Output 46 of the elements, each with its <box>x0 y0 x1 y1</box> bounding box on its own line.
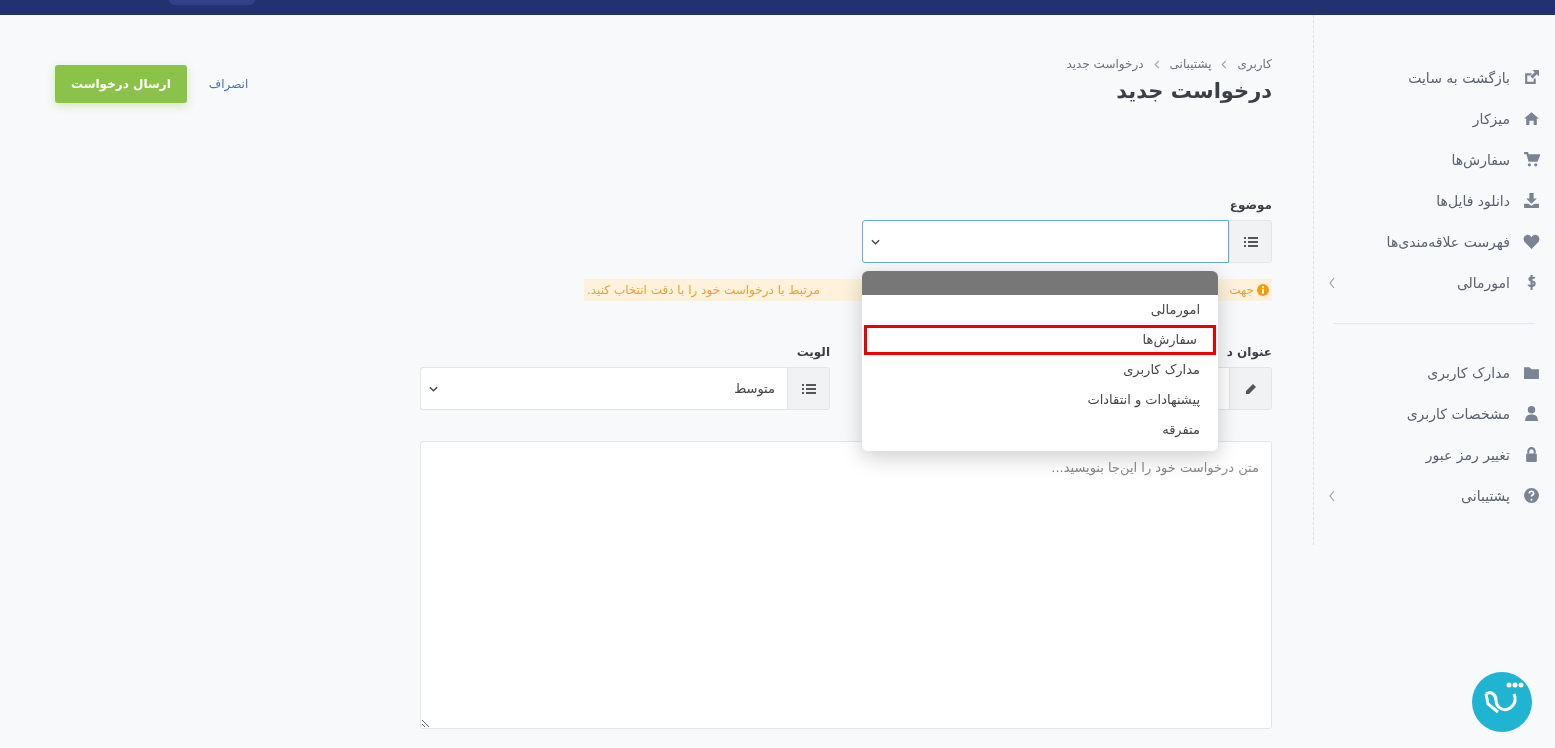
external-link-icon <box>1523 69 1540 86</box>
cart-icon <box>1523 151 1540 168</box>
user-icon <box>1523 405 1540 422</box>
sidebar-item[interactable]: میزکار <box>1314 98 1555 139</box>
priority-select[interactable]: متوسط <box>420 367 787 410</box>
help-icon <box>1523 487 1540 504</box>
sidebar-item[interactable]: پشتیبانی <box>1314 475 1555 516</box>
caret-icon <box>871 238 880 245</box>
pencil-icon <box>1243 382 1258 395</box>
sidebar-item[interactable]: تغییر رمز عبور <box>1314 434 1555 475</box>
home-icon <box>1523 110 1540 127</box>
sidebar-item[interactable]: امورمالی <box>1314 262 1555 303</box>
subject-select[interactable] <box>862 220 1229 263</box>
dropdown-option[interactable]: پیشنهادات و انتقادات <box>864 385 1216 415</box>
sidebar-item[interactable]: مدارک کاربری <box>1314 352 1555 393</box>
lock-icon <box>1523 446 1540 463</box>
info-icon <box>1257 284 1269 296</box>
dropdown-option[interactable]: امورمالی <box>864 295 1216 325</box>
hint-text: مرتبط با درخواست خود را با دقت انتخاب کنید. <box>587 283 820 297</box>
chat-icon <box>1472 672 1532 732</box>
folder-icon <box>1523 364 1540 381</box>
hint-text: جهت <box>1229 283 1254 297</box>
sidebar-item[interactable]: دانلود فایل‌ها <box>1314 180 1555 221</box>
chevron-icon <box>1153 59 1160 69</box>
list-icon <box>801 382 816 395</box>
breadcrumb-link[interactable]: پشتیبانی <box>1169 57 1212 71</box>
sidebar-item[interactable]: فهرست علاقه‌مندی‌ها <box>1314 221 1555 262</box>
heart-icon <box>1523 233 1540 250</box>
sidebar-item[interactable]: مشخصات کاربری <box>1314 393 1555 434</box>
page-title: درخواست جدید <box>1115 79 1272 103</box>
sidebar-item[interactable]: بازگشت به سایت <box>1314 57 1555 98</box>
message-textarea[interactable]: متن درخواست خود را این‌جا بنویسید... <box>420 441 1272 729</box>
download-icon <box>1523 192 1540 209</box>
chevron-icon <box>1221 59 1228 69</box>
dropdown-option[interactable]: سفارش‌ها <box>864 325 1216 355</box>
list-icon <box>1243 235 1258 248</box>
caret-icon <box>429 385 438 392</box>
field-label: موضوع <box>1228 198 1272 212</box>
dropdown-option[interactable]: مدارک کاربری <box>864 355 1216 385</box>
field-label: عنوان د <box>1225 345 1272 359</box>
sidebar-item[interactable]: سفارش‌ها <box>1314 139 1555 180</box>
field-label: الویت <box>795 345 830 359</box>
breadcrumb-link[interactable]: کاربری <box>1237 57 1272 71</box>
breadcrumb-link[interactable]: درخواست جدید <box>1066 57 1144 71</box>
cancel-link[interactable]: انصراف <box>208 77 249 91</box>
chat-button[interactable] <box>1472 672 1532 732</box>
